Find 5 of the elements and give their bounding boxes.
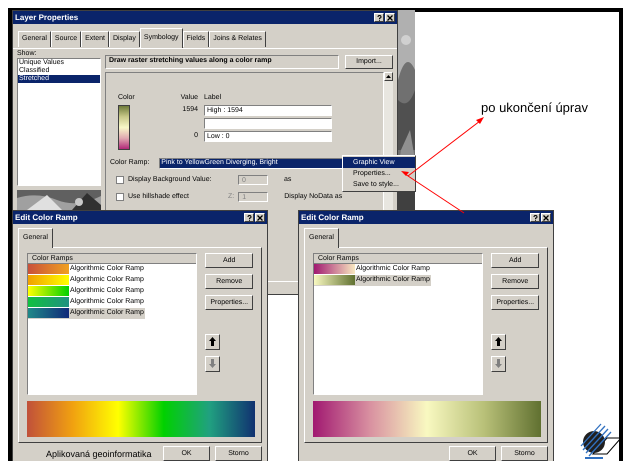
annotation-text: po ukončení úprav xyxy=(481,99,588,117)
window-title: Edit Color Ramp xyxy=(301,214,364,222)
window-title: Layer Properties xyxy=(15,14,78,22)
footer-text: Aplikovaná geoinformatika xyxy=(46,449,152,460)
window-title: Edit Color Ramp xyxy=(15,214,78,222)
